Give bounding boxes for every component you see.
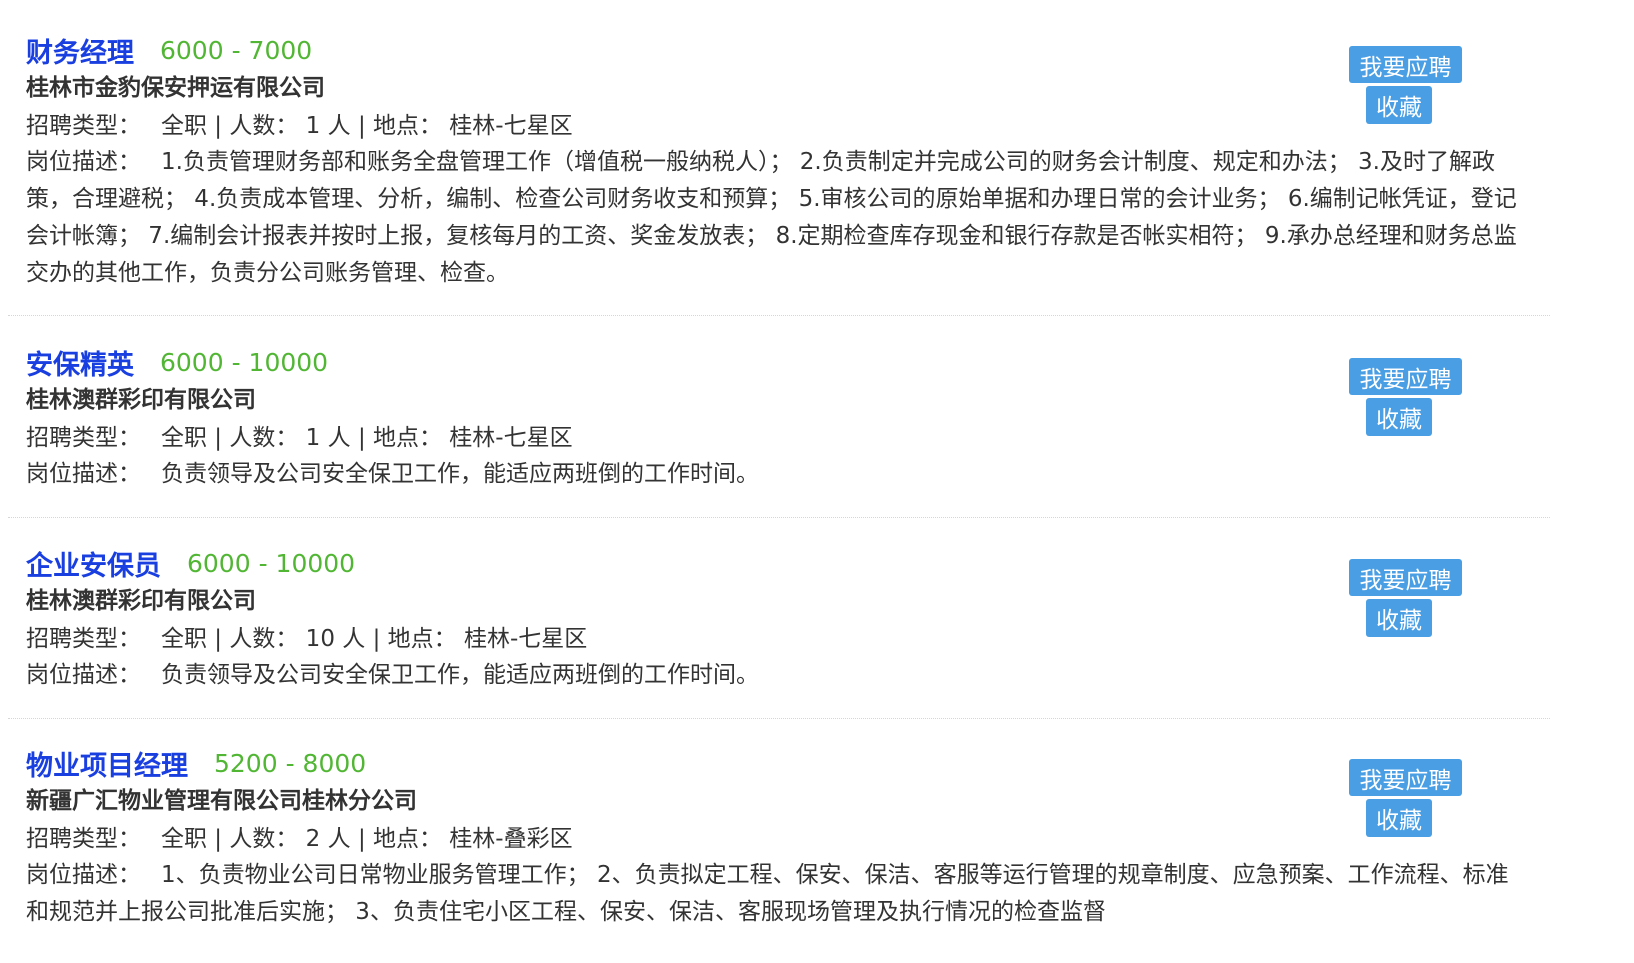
recruit-type-label: 招聘类型： <box>26 425 141 451</box>
job-salary: 5200 - 8000 <box>214 748 367 778</box>
divider <box>8 315 1550 316</box>
description-label: 岗位描述： <box>26 149 141 175</box>
job-description-text: 负责领导及公司安全保卫工作，能适应两班倒的工作时间。 <box>161 662 759 688</box>
job-list: 财务经理 6000 - 7000 桂林市金豹保安押运有限公司 招聘类型： 全职 |… <box>0 0 1634 963</box>
job-info-value: 全职 | 人数： 1 人 | 地点： 桂林-七星区 <box>161 113 573 139</box>
job-header: 物业项目经理 5200 - 8000 <box>26 743 366 783</box>
job-header: 安保精英 6000 - 10000 <box>26 342 328 382</box>
favorite-button[interactable]: 收藏 <box>1366 398 1432 436</box>
favorite-button[interactable]: 收藏 <box>1366 799 1432 837</box>
job-info-value: 全职 | 人数： 10 人 | 地点： 桂林-七星区 <box>161 626 588 652</box>
company-name[interactable]: 桂林市金豹保安押运有限公司 <box>26 70 325 106</box>
divider <box>8 718 1550 719</box>
job-info: 招聘类型： 全职 | 人数： 10 人 | 地点： 桂林-七星区 <box>26 621 587 657</box>
apply-button[interactable]: 我要应聘 <box>1349 759 1462 796</box>
job-description-text: 负责领导及公司安全保卫工作，能适应两班倒的工作时间。 <box>161 461 759 487</box>
job-salary: 6000 - 10000 <box>187 548 356 578</box>
job-info: 招聘类型： 全职 | 人数： 1 人 | 地点： 桂林-七星区 <box>26 108 573 144</box>
divider <box>8 517 1550 518</box>
job-title-link[interactable]: 物业项目经理 <box>26 744 188 783</box>
job-info: 招聘类型： 全职 | 人数： 1 人 | 地点： 桂林-七星区 <box>26 420 573 456</box>
job-header: 财务经理 6000 - 7000 <box>26 30 312 70</box>
recruit-type-label: 招聘类型： <box>26 626 141 652</box>
job-description: 岗位描述： 1.负责管理财务部和账务全盘管理工作（增值税一般纳税人）； 2.负责制… <box>26 144 1531 292</box>
job-header: 企业安保员 6000 - 10000 <box>26 543 355 583</box>
job-info-value: 全职 | 人数： 1 人 | 地点： 桂林-七星区 <box>161 425 573 451</box>
company-name[interactable]: 新疆广汇物业管理有限公司桂林分公司 <box>26 783 417 819</box>
job-title-link[interactable]: 财务经理 <box>26 31 134 70</box>
company-name[interactable]: 桂林澳群彩印有限公司 <box>26 583 256 619</box>
description-label: 岗位描述： <box>26 662 141 688</box>
description-label: 岗位描述： <box>26 862 141 888</box>
job-description: 岗位描述： 负责领导及公司安全保卫工作，能适应两班倒的工作时间。 <box>26 456 1531 493</box>
recruit-type-label: 招聘类型： <box>26 113 141 139</box>
job-description: 岗位描述： 负责领导及公司安全保卫工作，能适应两班倒的工作时间。 <box>26 657 1531 694</box>
job-info-value: 全职 | 人数： 2 人 | 地点： 桂林-叠彩区 <box>161 826 573 852</box>
recruit-type-label: 招聘类型： <box>26 826 141 852</box>
favorite-button[interactable]: 收藏 <box>1366 86 1432 124</box>
apply-button[interactable]: 我要应聘 <box>1349 46 1462 83</box>
company-name[interactable]: 桂林澳群彩印有限公司 <box>26 382 256 418</box>
job-salary: 6000 - 7000 <box>160 35 313 65</box>
job-info: 招聘类型： 全职 | 人数： 2 人 | 地点： 桂林-叠彩区 <box>26 821 573 857</box>
job-description-text: 1、负责物业公司日常物业服务管理工作； 2、负责拟定工程、保安、保洁、客服等运行… <box>26 862 1509 925</box>
job-salary: 6000 - 10000 <box>160 347 329 377</box>
job-title-link[interactable]: 安保精英 <box>26 343 134 382</box>
description-label: 岗位描述： <box>26 461 141 487</box>
job-description-text: 1.负责管理财务部和账务全盘管理工作（增值税一般纳税人）； 2.负责制定并完成公… <box>26 149 1517 286</box>
apply-button[interactable]: 我要应聘 <box>1349 358 1462 395</box>
favorite-button[interactable]: 收藏 <box>1366 599 1432 637</box>
job-title-link[interactable]: 企业安保员 <box>26 544 161 583</box>
job-description: 岗位描述： 1、负责物业公司日常物业服务管理工作； 2、负责拟定工程、保安、保洁、… <box>26 857 1531 931</box>
apply-button[interactable]: 我要应聘 <box>1349 559 1462 596</box>
